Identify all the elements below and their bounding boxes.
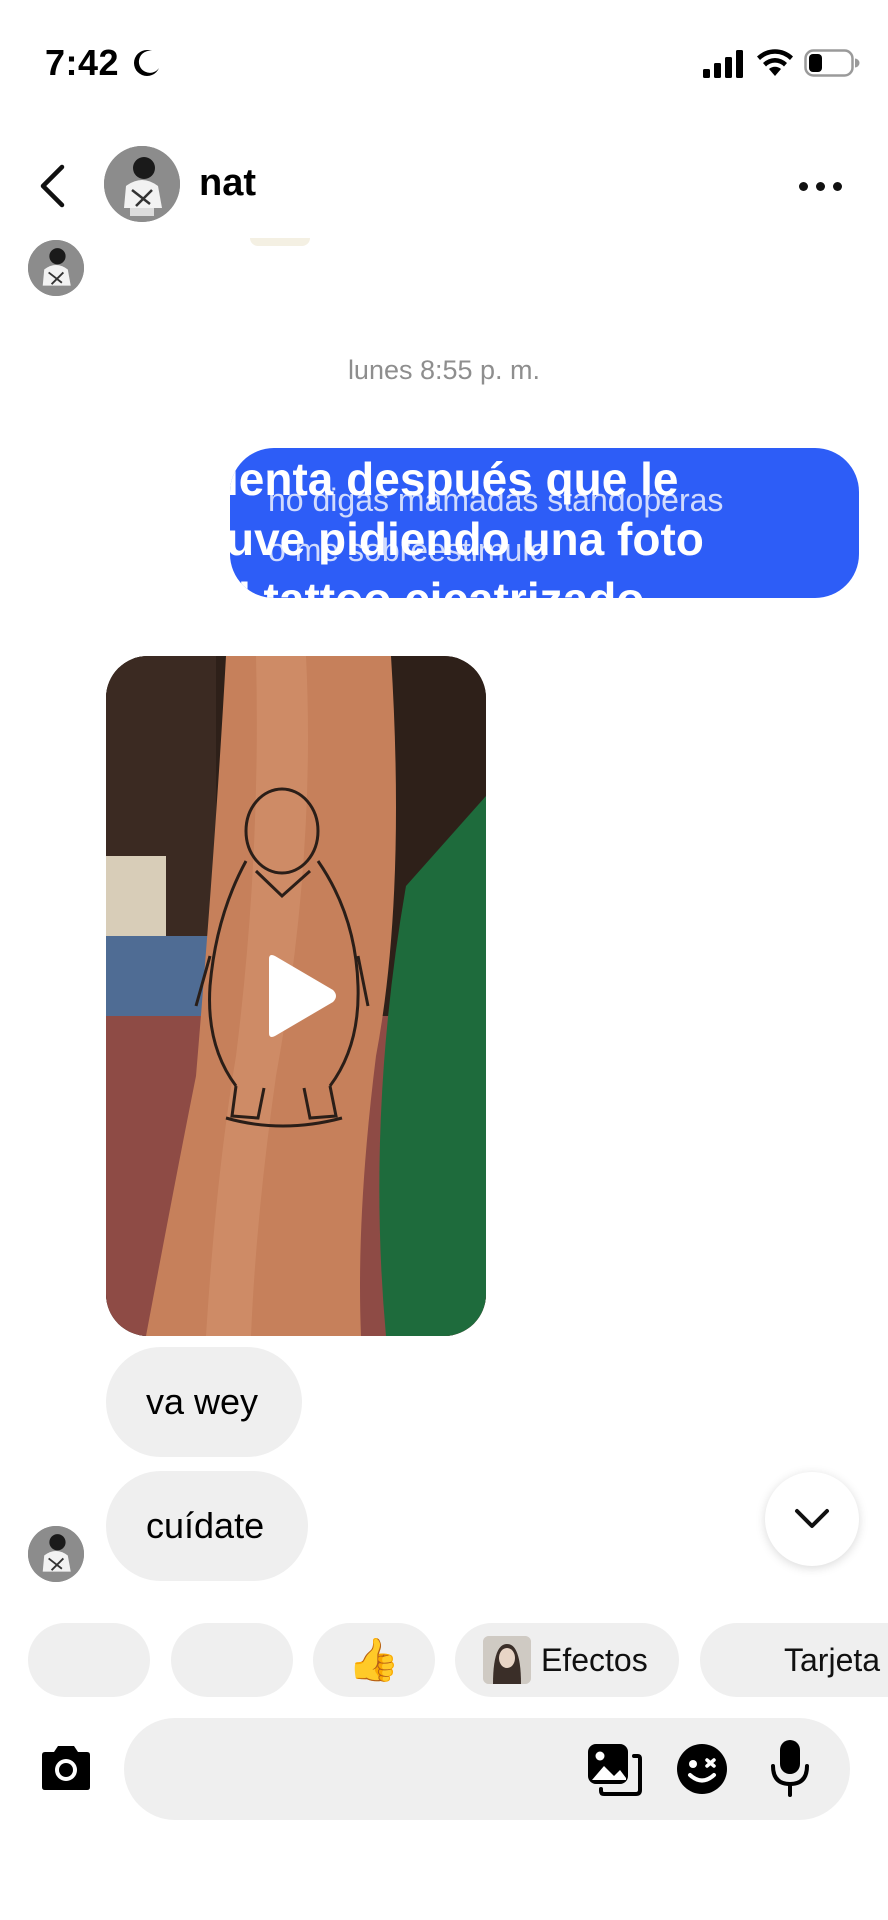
dot <box>815 181 825 191</box>
video-message[interactable] <box>106 656 486 1336</box>
effects-button[interactable]: Efectos <box>455 1623 679 1697</box>
dot <box>798 181 808 191</box>
cards-label: Tarjeta <box>784 1641 881 1678</box>
sender-avatar-top[interactable] <box>28 240 84 296</box>
chat-header: nat <box>0 130 888 240</box>
status-time: 7:42 <box>45 42 120 83</box>
effects-label: Efectos <box>541 1641 648 1678</box>
wifi-icon <box>757 49 793 76</box>
contact-name[interactable]: nat <box>199 162 256 205</box>
moon-icon <box>134 50 159 76</box>
overlay-text-line-1: ienta después que le <box>230 453 679 505</box>
quick-reply-chip-empty-1[interactable] <box>28 1623 150 1697</box>
previous-message-edge <box>250 238 310 246</box>
dot <box>832 181 842 191</box>
microphone-icon[interactable] <box>770 1738 810 1798</box>
back-chevron-icon <box>40 164 65 208</box>
overlay-text-line-2: uve pidiendo una foto <box>230 513 704 565</box>
effects-thumbnail <box>483 1636 531 1684</box>
camera-icon[interactable] <box>38 1743 94 1793</box>
sticker-icon[interactable] <box>675 1742 729 1796</box>
thread-timestamp: lunes 8:55 p. m. <box>347 355 541 385</box>
chevron-down-icon <box>795 1509 829 1528</box>
message-composer <box>124 1718 850 1820</box>
avatar-illustration <box>28 240 84 296</box>
back-button[interactable] <box>30 158 74 214</box>
incoming-message-bubble[interactable]: cuídate <box>106 1471 308 1581</box>
thumbs-up-icon: 👍 <box>347 1635 401 1684</box>
more-options-button[interactable] <box>790 166 850 206</box>
quick-reply-chip-empty-2[interactable] <box>171 1623 293 1697</box>
gallery-icon[interactable] <box>586 1742 642 1796</box>
quick-reply-thumbs-up[interactable]: 👍 <box>313 1623 435 1697</box>
cellular-signal-icon <box>703 50 743 78</box>
status-bar: 7:42 <box>0 0 888 120</box>
battery-icon <box>804 49 860 77</box>
contact-avatar[interactable] <box>104 146 180 222</box>
avatar-illustration <box>28 1526 84 1582</box>
scroll-to-bottom-button[interactable] <box>765 1472 859 1566</box>
outgoing-message-bubble[interactable]: no digas mamadas standoperas o me sobree… <box>230 448 859 598</box>
sender-avatar[interactable] <box>28 1526 84 1582</box>
avatar-illustration <box>104 146 180 222</box>
overlay-text-line-3: l tattoo cicatrizado <box>238 572 644 598</box>
play-icon[interactable] <box>259 953 339 1039</box>
message-input[interactable] <box>154 1744 574 1794</box>
cards-button[interactable]: Tarjeta <box>700 1623 888 1697</box>
incoming-message-bubble[interactable]: va wey <box>106 1347 302 1457</box>
